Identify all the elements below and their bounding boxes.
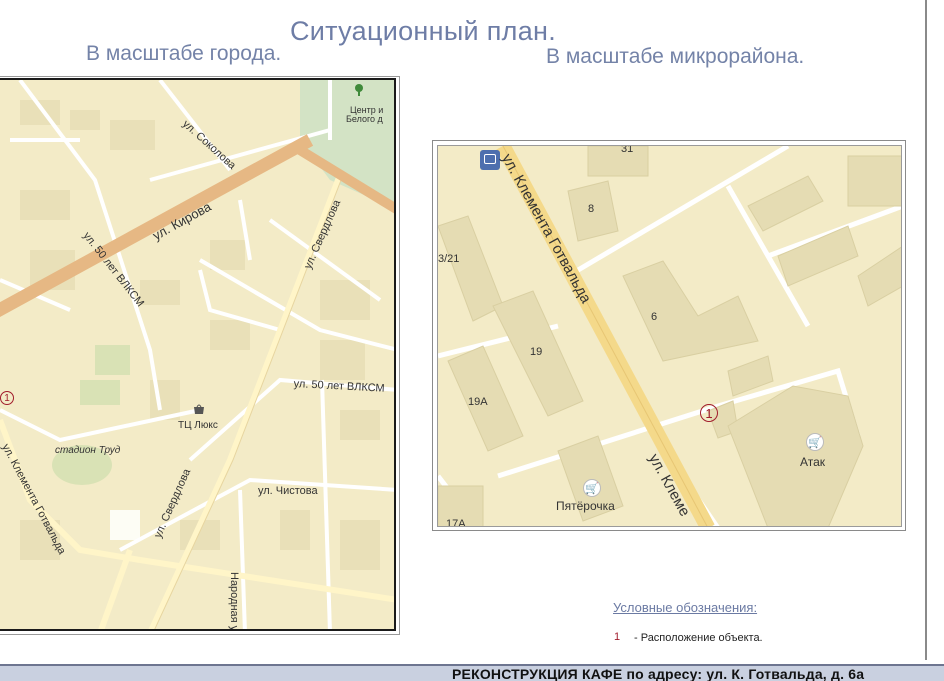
city-scale-subtitle: В масштабе города. bbox=[86, 42, 282, 65]
atak-cart-icon: 🛒 bbox=[806, 433, 824, 451]
tree-icon bbox=[355, 84, 363, 96]
mall-bag-icon bbox=[192, 403, 206, 415]
building-8: 8 bbox=[588, 203, 595, 215]
building-19a: 19А bbox=[468, 396, 488, 408]
object-location-marker-city[interactable]: 1 bbox=[0, 391, 14, 405]
page-title: Ситуационный план. bbox=[290, 16, 557, 46]
district-map[interactable]: ул. Клемента Готвальда ул. Клеме 31 8 3/… bbox=[437, 145, 902, 527]
center-label-2: Белого д bbox=[346, 114, 383, 124]
footer-bar: РЕКОНСТРУКЦИЯ КАФЕ по адресу: ул. К. Гот… bbox=[0, 664, 944, 681]
district-scale-subtitle: В масштабе микрорайона. bbox=[546, 45, 805, 68]
pyaterochka-label: Пятёрочка bbox=[556, 499, 615, 513]
building-6: 6 bbox=[651, 311, 658, 323]
city-map[interactable]: ул. Кирова ул. Соколова ул. Свердлова ул… bbox=[0, 78, 396, 631]
street-label-chistova: ул. Чистова bbox=[258, 485, 318, 497]
building-19: 19 bbox=[530, 346, 543, 358]
legend-marker-number: 1 bbox=[614, 631, 621, 643]
legend-title: Условные обозначения: bbox=[613, 600, 758, 615]
legend-marker-description: - Расположение объекта. bbox=[634, 632, 763, 644]
building-17a: 17А bbox=[446, 518, 466, 527]
pyaterochka-cart-icon: 🛒 bbox=[583, 479, 601, 497]
stadium-label: стадион Труд bbox=[55, 445, 121, 456]
building-3-21: 3/21 bbox=[438, 253, 460, 265]
street-label-narodnaya: Народная ул. bbox=[228, 572, 240, 631]
atak-label: Атак bbox=[800, 455, 826, 469]
mall-label: ТЦ Люкс bbox=[178, 420, 218, 431]
object-location-marker-district[interactable]: 1 bbox=[700, 404, 718, 422]
building-31: 31 bbox=[621, 145, 634, 155]
bus-stop-icon bbox=[480, 150, 500, 170]
